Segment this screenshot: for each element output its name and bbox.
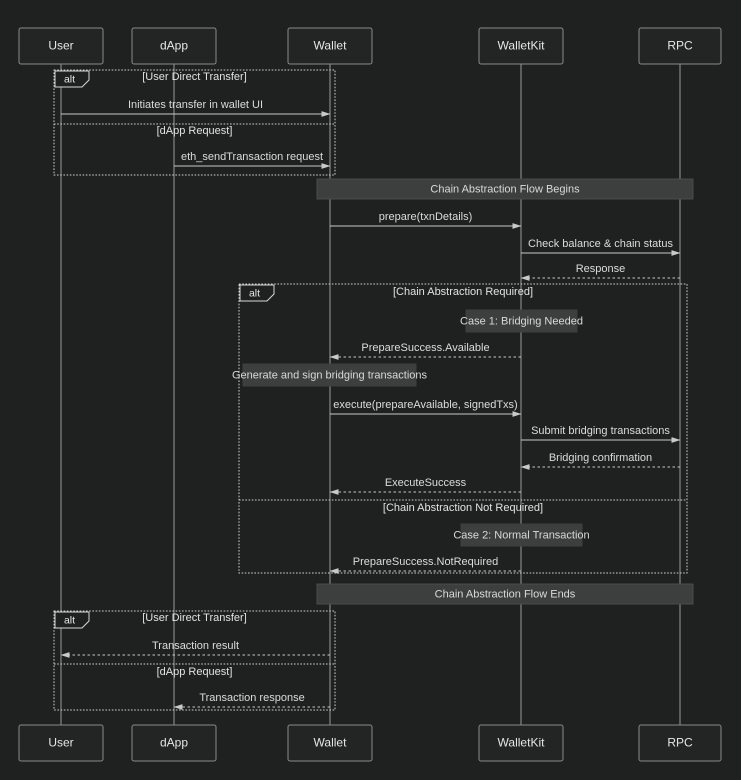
msg-initiates-transfer: Initiates transfer in wallet UI xyxy=(61,99,331,117)
note-label: Case 2: Normal Transaction xyxy=(453,529,589,541)
note-case-2: Case 2: Normal Transaction xyxy=(453,523,590,547)
frame-condition-label: [User Direct Transfer] xyxy=(142,612,247,624)
note-label: Case 1: Bridging Needed xyxy=(460,315,583,327)
frame-condition-label: [User Direct Transfer] xyxy=(142,71,247,83)
band-label: Chain Abstraction Flow Begins xyxy=(430,183,580,195)
msg-response: Response xyxy=(520,263,680,281)
band-label: Chain Abstraction Flow Ends xyxy=(435,588,576,600)
actor-dapp-top[interactable]: dApp xyxy=(131,27,217,65)
msg-prepare-success-notrequired: PrepareSuccess.NotRequired xyxy=(329,556,521,574)
actor-user-bottom[interactable]: User xyxy=(18,724,104,762)
actor-label-user: User xyxy=(48,39,73,53)
msg-check-balance: Check balance & chain status xyxy=(521,238,681,256)
msg-prepare: prepare(txnDetails) xyxy=(330,211,522,229)
actor-rpc-bottom[interactable]: RPC xyxy=(638,724,722,762)
actor-walletkit-bottom[interactable]: WalletKit xyxy=(478,724,564,762)
actor-label-dapp: dApp xyxy=(160,736,188,750)
actor-label-rpc: RPC xyxy=(667,39,693,53)
msg-eth-sendtransaction: eth_sendTransaction request xyxy=(174,151,331,169)
alt-frames-group: alt [User Direct Transfer] [dApp Request] a… xyxy=(53,69,688,711)
note-case-1: Case 1: Bridging Needed xyxy=(460,309,583,333)
band-flow-ends: Chain Abstraction Flow Ends xyxy=(316,583,694,605)
actor-label-dapp: dApp xyxy=(160,39,188,53)
message-label: Initiates transfer in wallet UI xyxy=(128,99,263,111)
note-generate-sign: Generate and sign bridging transactions xyxy=(232,363,428,387)
frame-tab-label: alt xyxy=(249,287,260,299)
message-label: PrepareSuccess.NotRequired xyxy=(353,556,499,568)
actor-label-wallet: Wallet xyxy=(314,39,348,53)
msg-transaction-result: Transaction result xyxy=(60,640,330,658)
message-label: Check balance & chain status xyxy=(528,238,673,250)
msg-bridging-confirmation: Bridging confirmation xyxy=(520,452,680,470)
msg-execute: execute(prepareAvailable, signedTxs) xyxy=(330,399,522,417)
frame-condition-label: [dApp Request] xyxy=(157,125,233,137)
msg-transaction-response: Transaction response xyxy=(173,692,330,710)
sequence-diagram: alt [User Direct Transfer] [dApp Request] a… xyxy=(0,0,741,780)
message-label: eth_sendTransaction request xyxy=(181,151,323,163)
frame-condition-label: [Chain Abstraction Required] xyxy=(393,286,533,298)
band-flow-begins: Chain Abstraction Flow Begins xyxy=(316,178,694,200)
actor-label-wallet: Wallet xyxy=(314,736,348,750)
actor-label-user: User xyxy=(48,736,73,750)
message-label: Transaction response xyxy=(199,692,304,704)
actor-wallet-top[interactable]: Wallet xyxy=(287,27,373,65)
message-label: Submit bridging transactions xyxy=(531,425,670,437)
actor-user-top[interactable]: User xyxy=(18,27,104,65)
note-label: Generate and sign bridging transactions xyxy=(232,369,428,381)
message-label: execute(prepareAvailable, signedTxs) xyxy=(333,399,517,411)
frame-tab-label: alt xyxy=(64,73,75,85)
message-label: Transaction result xyxy=(152,640,239,652)
actor-label-rpc: RPC xyxy=(667,736,693,750)
lifelines-group xyxy=(60,64,681,725)
message-label: Bridging confirmation xyxy=(549,452,652,464)
message-label: prepare(txnDetails) xyxy=(379,211,473,223)
msg-execute-success: ExecuteSuccess xyxy=(329,477,521,495)
frame-tab-label: alt xyxy=(64,614,75,626)
msg-prepare-success-available: PrepareSuccess.Available xyxy=(329,342,521,360)
actor-dapp-bottom[interactable]: dApp xyxy=(131,724,217,762)
actor-wallet-bottom[interactable]: Wallet xyxy=(287,724,373,762)
msg-submit-bridging: Submit bridging transactions xyxy=(521,425,681,443)
message-label: Response xyxy=(576,263,626,275)
actor-label-walletkit: WalletKit xyxy=(498,39,546,53)
frame-condition-label: [Chain Abstraction Not Required] xyxy=(383,502,543,514)
message-label: PrepareSuccess.Available xyxy=(361,342,489,354)
sequence-diagram-canvas: alt [User Direct Transfer] [dApp Request] a… xyxy=(18,27,722,762)
actor-label-walletkit: WalletKit xyxy=(498,736,546,750)
message-label: ExecuteSuccess xyxy=(385,477,467,489)
actor-rpc-top[interactable]: RPC xyxy=(638,27,722,65)
actor-walletkit-top[interactable]: WalletKit xyxy=(478,27,564,65)
actor-boxes-group: User User dApp dApp Wallet Wallet WalletKit Wal… xyxy=(18,27,722,762)
frame-condition-label: [dApp Request] xyxy=(157,666,233,678)
